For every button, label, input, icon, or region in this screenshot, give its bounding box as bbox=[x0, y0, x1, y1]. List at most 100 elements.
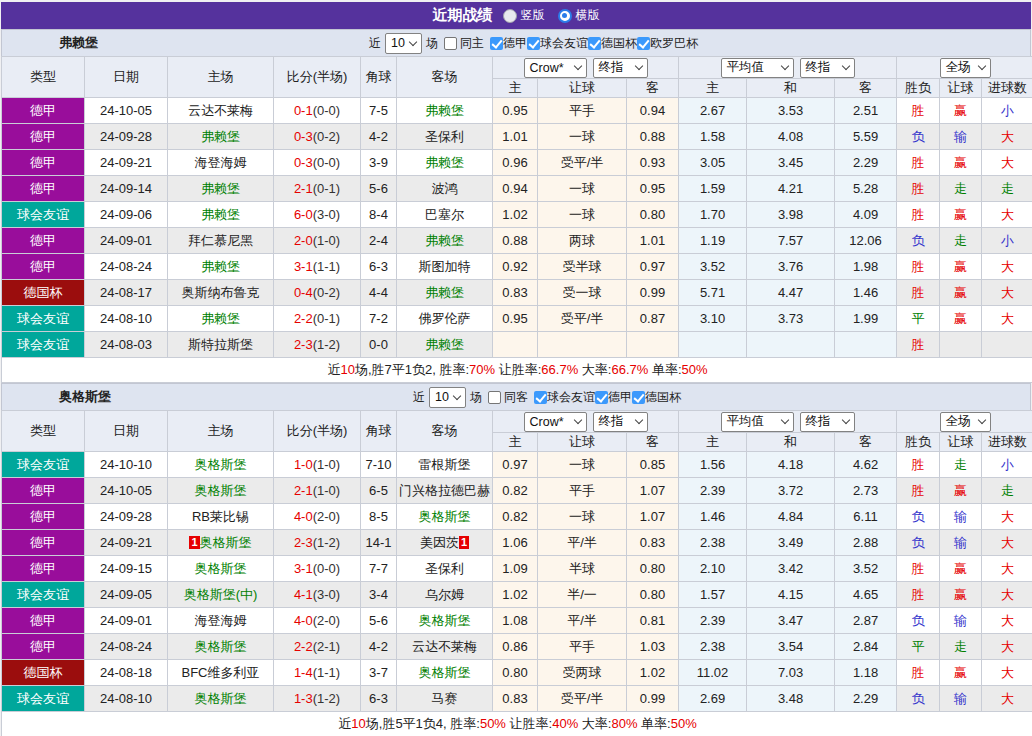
team-name-text[interactable]: 奥格斯堡 bbox=[419, 509, 471, 524]
result-goals: 大 bbox=[982, 556, 1032, 582]
match-score[interactable]: 2-1(1-0) bbox=[274, 478, 361, 504]
same-venue-filter[interactable]: 同客 bbox=[488, 389, 528, 406]
match-score[interactable]: 3-1(0-0) bbox=[274, 556, 361, 582]
radio-horizontal[interactable]: 横版 bbox=[558, 7, 600, 24]
corners: 7-7 bbox=[361, 556, 397, 582]
scope-select[interactable]: 全场 bbox=[940, 412, 991, 432]
match-count-select[interactable]: 10 bbox=[429, 387, 466, 408]
team-name-text[interactable]: 弗赖堡 bbox=[425, 285, 464, 300]
team-name-text[interactable]: 奥格斯堡 bbox=[419, 613, 471, 628]
corners: 6-5 bbox=[361, 478, 397, 504]
checkbox-icon[interactable] bbox=[534, 391, 547, 404]
team-name-text[interactable]: 奥格斯堡 bbox=[200, 535, 252, 550]
away-team[interactable]: 弗赖堡 bbox=[397, 228, 493, 254]
result-handicap: 走 bbox=[940, 452, 982, 478]
league-filter[interactable]: 德甲 bbox=[490, 35, 527, 52]
checkbox-icon[interactable] bbox=[444, 37, 457, 50]
league-filter[interactable]: 德国杯 bbox=[588, 35, 637, 52]
team-name-text[interactable]: 奥格斯堡 bbox=[195, 483, 247, 498]
home-team[interactable]: 弗赖堡 bbox=[168, 254, 274, 280]
match-score[interactable]: 0-3(0-0) bbox=[274, 150, 361, 176]
team-name-text[interactable]: 奥格斯堡 bbox=[419, 665, 471, 680]
league-filter[interactable]: 德甲 bbox=[595, 389, 632, 406]
home-team[interactable]: 奥格斯堡 bbox=[168, 452, 274, 478]
match-score[interactable]: 2-3(1-2) bbox=[274, 332, 361, 358]
match-score[interactable]: 1-0(1-0) bbox=[274, 452, 361, 478]
team-name-text[interactable]: 弗赖堡 bbox=[425, 233, 464, 248]
home-team[interactable]: 奥格斯堡(中) bbox=[168, 582, 274, 608]
match-score[interactable]: 2-0(1-0) bbox=[274, 228, 361, 254]
away-team[interactable]: 奥格斯堡 bbox=[397, 504, 493, 530]
avg-select[interactable]: 平均值 bbox=[721, 412, 794, 432]
match-score[interactable]: 4-0(2-0) bbox=[274, 504, 361, 530]
match-score[interactable]: 0-4(0-2) bbox=[274, 280, 361, 306]
home-team[interactable]: 弗赖堡 bbox=[168, 124, 274, 150]
match-score[interactable]: 2-2(2-1) bbox=[274, 634, 361, 660]
home-team[interactable]: 奥格斯堡 bbox=[168, 478, 274, 504]
avg-time-select[interactable]: 终指 bbox=[800, 58, 855, 78]
checkbox-icon[interactable] bbox=[490, 37, 503, 50]
home-team[interactable]: 弗赖堡 bbox=[168, 306, 274, 332]
match-score[interactable]: 0-1(0-0) bbox=[274, 98, 361, 124]
avg-select[interactable]: 平均值 bbox=[721, 58, 794, 78]
away-team[interactable]: 奥格斯堡 bbox=[397, 608, 493, 634]
home-team[interactable]: 奥格斯堡 bbox=[168, 686, 274, 712]
checkbox-icon[interactable] bbox=[488, 391, 501, 404]
bookmaker-select[interactable]: Crow* bbox=[524, 412, 587, 432]
away-team[interactable]: 弗赖堡 bbox=[397, 98, 493, 124]
league-filter[interactable]: 欧罗巴杯 bbox=[637, 35, 698, 52]
match-score[interactable]: 0-3(0-2) bbox=[274, 124, 361, 150]
match-score[interactable]: 2-1(0-1) bbox=[274, 176, 361, 202]
scope-select[interactable]: 全场 bbox=[940, 58, 991, 78]
checkbox-icon[interactable] bbox=[527, 37, 540, 50]
match-score[interactable]: 6-0(3-0) bbox=[274, 202, 361, 228]
league-filter[interactable]: 德国杯 bbox=[632, 389, 681, 406]
league-filter[interactable]: 球会友谊 bbox=[527, 35, 588, 52]
match-score[interactable]: 1-4(1-1) bbox=[274, 660, 361, 686]
away-team[interactable]: 弗赖堡 bbox=[397, 332, 493, 358]
home-team[interactable]: 奥格斯堡 bbox=[168, 556, 274, 582]
team-name-text[interactable]: 奥格斯堡(中) bbox=[184, 587, 258, 602]
odds-time-select[interactable]: 终指 bbox=[593, 58, 648, 78]
team-name-text[interactable]: 弗赖堡 bbox=[425, 337, 464, 352]
match-count-select[interactable]: 10 bbox=[385, 33, 422, 54]
match-score[interactable]: 3-1(1-1) bbox=[274, 254, 361, 280]
match-score[interactable]: 1-3(1-2) bbox=[274, 686, 361, 712]
checkbox-icon[interactable] bbox=[637, 37, 650, 50]
home-team[interactable]: 奥格斯堡 bbox=[168, 634, 274, 660]
radio-icon[interactable] bbox=[503, 9, 517, 23]
away-team[interactable]: 弗赖堡 bbox=[397, 150, 493, 176]
home-team[interactable]: 弗赖堡 bbox=[168, 176, 274, 202]
league-filter[interactable]: 球会友谊 bbox=[534, 389, 595, 406]
checkbox-icon[interactable] bbox=[588, 37, 601, 50]
checkbox-icon[interactable] bbox=[595, 391, 608, 404]
away-team[interactable]: 奥格斯堡 bbox=[397, 660, 493, 686]
team-name-text[interactable]: 弗赖堡 bbox=[201, 129, 240, 144]
avg-home: 3.05 bbox=[679, 150, 747, 176]
home-team[interactable]: 1奥格斯堡 bbox=[168, 530, 274, 556]
match-score[interactable]: 2-3(1-2) bbox=[274, 530, 361, 556]
team-name-text[interactable]: 弗赖堡 bbox=[425, 103, 464, 118]
away-team[interactable]: 弗赖堡 bbox=[397, 280, 493, 306]
team-name-text[interactable]: 奥格斯堡 bbox=[195, 691, 247, 706]
match-score[interactable]: 4-0(2-0) bbox=[274, 608, 361, 634]
team-name-text[interactable]: 弗赖堡 bbox=[201, 207, 240, 222]
team-name-text[interactable]: 弗赖堡 bbox=[425, 155, 464, 170]
team-name-text[interactable]: 弗赖堡 bbox=[201, 311, 240, 326]
same-venue-filter[interactable]: 同主 bbox=[444, 35, 484, 52]
match-score[interactable]: 2-2(0-1) bbox=[274, 306, 361, 332]
team-name-text[interactable]: 奥格斯堡 bbox=[195, 561, 247, 576]
avg-time-select[interactable]: 终指 bbox=[800, 412, 855, 432]
home-team[interactable]: 弗赖堡 bbox=[168, 202, 274, 228]
odds-time-select[interactable]: 终指 bbox=[593, 412, 648, 432]
match-score[interactable]: 4-1(3-0) bbox=[274, 582, 361, 608]
radio-icon[interactable] bbox=[558, 9, 572, 23]
checkbox-icon[interactable] bbox=[632, 391, 645, 404]
team-name-text[interactable]: 奥格斯堡 bbox=[195, 457, 247, 472]
team-name-text[interactable]: 弗赖堡 bbox=[201, 259, 240, 274]
radio-vertical[interactable]: 竖版 bbox=[503, 7, 545, 24]
avg-away: 4.65 bbox=[835, 582, 897, 608]
team-name-text[interactable]: 奥格斯堡 bbox=[195, 639, 247, 654]
team-name-text[interactable]: 弗赖堡 bbox=[201, 181, 240, 196]
bookmaker-select[interactable]: Crow* bbox=[524, 58, 587, 78]
